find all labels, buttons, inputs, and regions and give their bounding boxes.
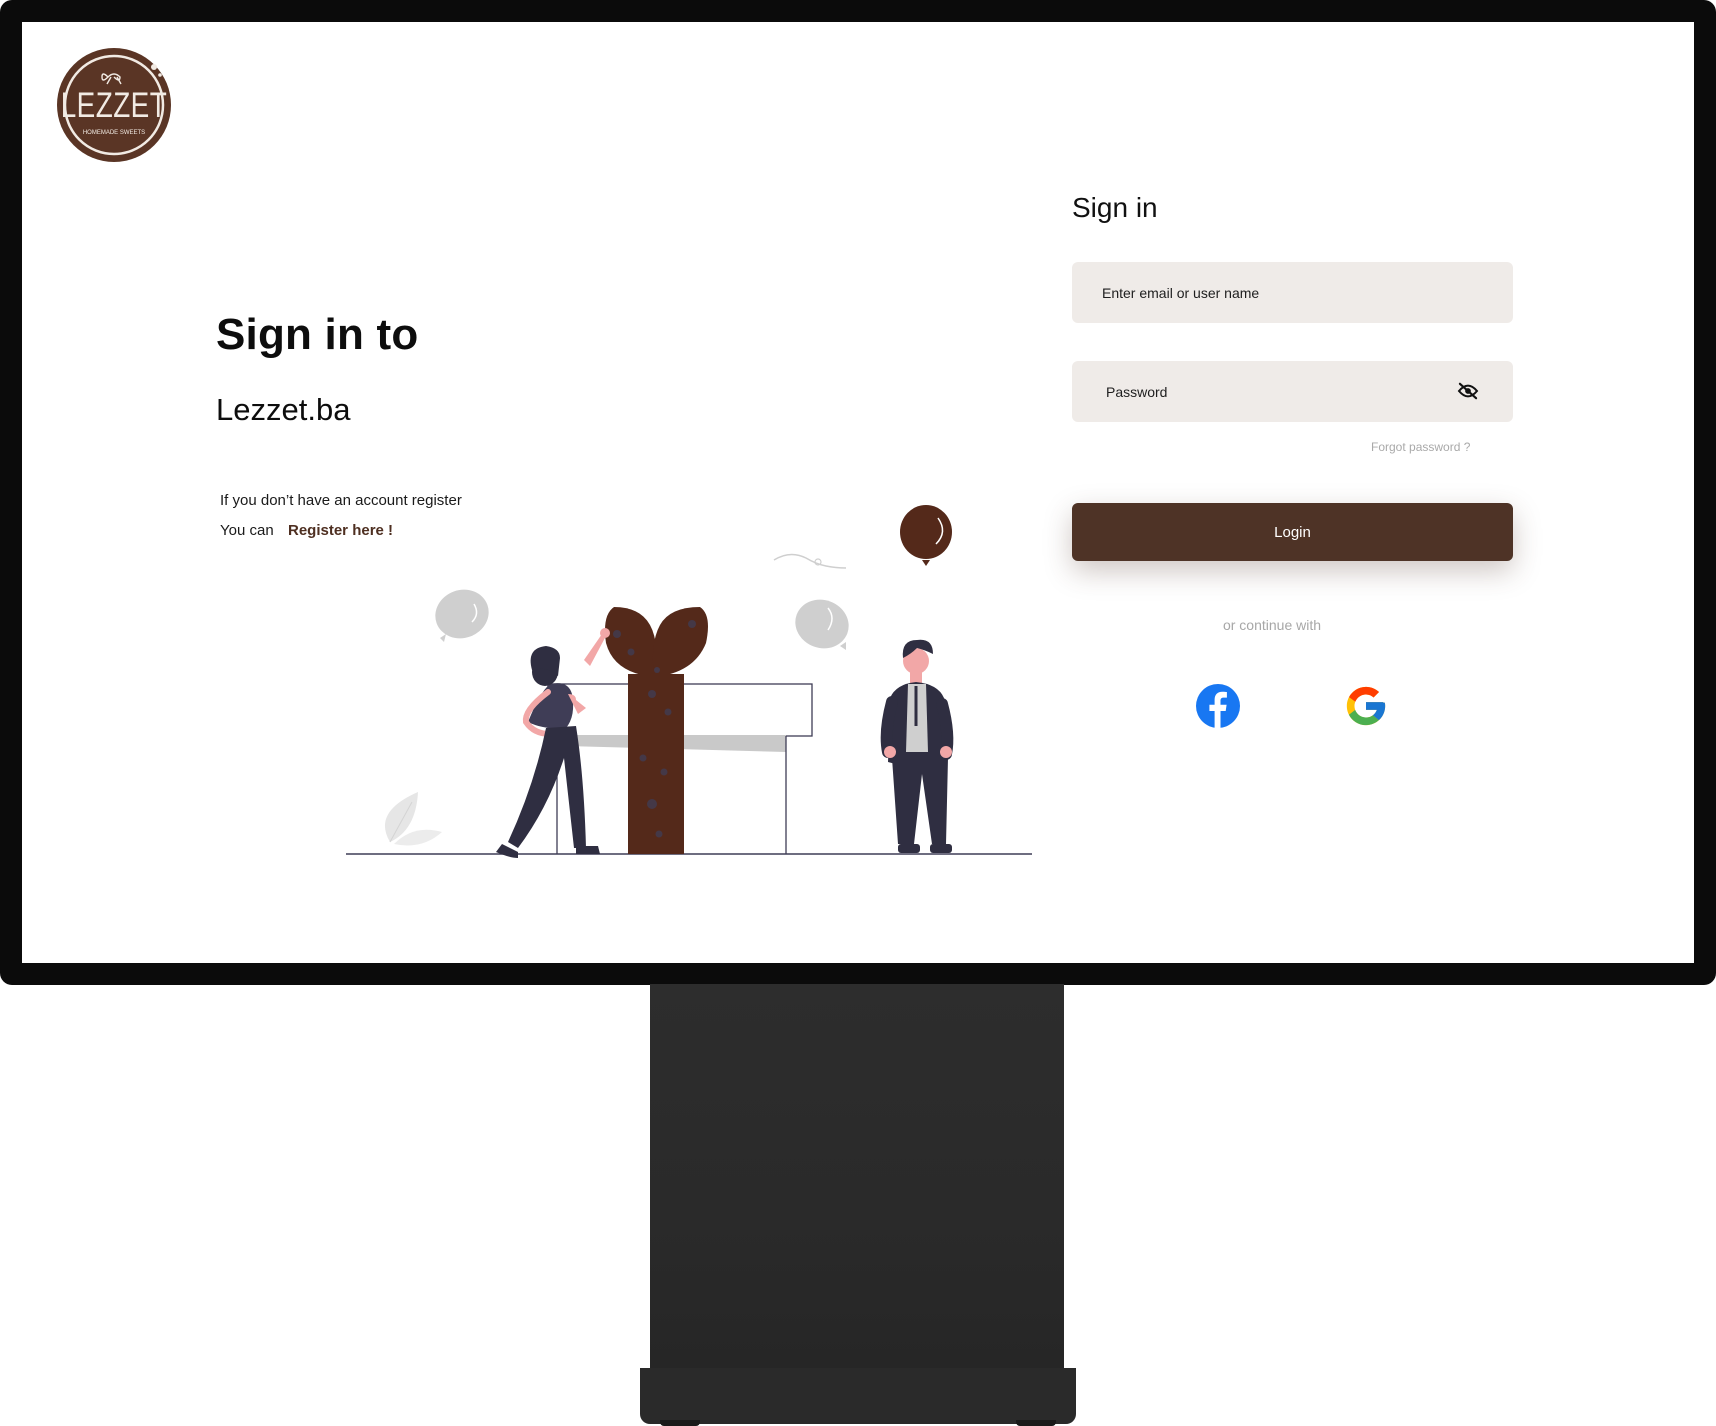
password-field-container [1072,361,1513,422]
ribbon-bow-right [652,607,708,677]
facebook-icon[interactable] [1195,683,1241,729]
monitor-stand [650,984,1064,1370]
email-input[interactable] [1072,262,1513,323]
hero-subtitle: Lezzet.ba [216,392,351,427]
ribbon-bow-left [605,607,657,677]
balloon-gray-right [795,599,849,650]
email-field-container [1072,262,1513,323]
eye-off-icon[interactable] [1457,382,1479,400]
password-input[interactable] [1072,361,1513,422]
svg-text:LEZZET: LEZZET [61,85,168,125]
man-figure [880,639,954,853]
screen: LEZZET HOMEMADE SWEETS Sign in to Lezzet… [22,22,1694,963]
google-icon[interactable] [1343,683,1389,729]
balloon-brown [900,505,952,566]
lezzet-logo: LEZZET HOMEMADE SWEETS [57,48,171,162]
stand-foot-right [1016,1420,1056,1426]
form-title: Sign in [1072,192,1158,223]
register-prefix: You can [220,522,274,539]
ribbon-vertical [628,674,684,854]
hero-title: Sign in to [216,310,419,359]
monitor-stand-base [640,1368,1076,1424]
forgot-password-link[interactable]: Forgot password ? [1371,440,1470,454]
continue-with-label: or continue with [1222,617,1322,633]
balloon-gray-left [435,589,489,642]
svg-text:HOMEMADE SWEETS: HOMEMADE SWEETS [83,130,145,136]
string-curl [773,553,847,569]
stand-foot-left [660,1420,700,1426]
login-button[interactable]: Login [1072,503,1513,561]
gift-illustration [346,505,1032,858]
